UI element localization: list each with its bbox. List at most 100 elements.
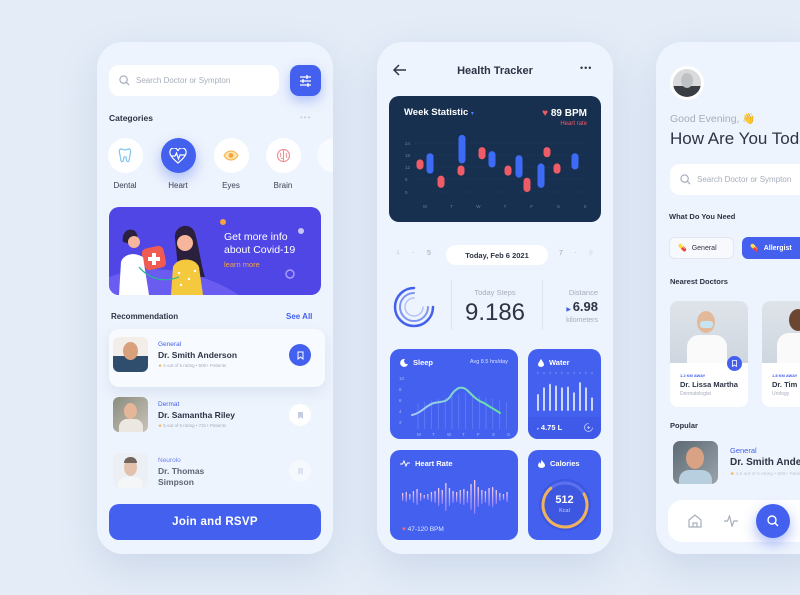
- nearest-doctors-heading: Nearest Doctors: [670, 277, 728, 286]
- water-card[interactable]: Water ▸ 4.75 L: [528, 349, 601, 439]
- doctor-specialty: Dermatologist: [680, 391, 711, 397]
- water-dot: [561, 372, 563, 374]
- date-prev[interactable]: 4: [396, 250, 400, 257]
- heart-rate-bar: [416, 489, 418, 505]
- steps-value: 9.186: [464, 299, 526, 326]
- water-value: ▸ 4.75 L: [537, 423, 563, 432]
- y-tick-label: 12: [405, 165, 411, 170]
- water-dot: [543, 372, 545, 374]
- category-dental[interactable]: Dental: [107, 138, 143, 190]
- x-tick-label: F: [477, 432, 480, 437]
- heart-rate-card[interactable]: Heart Rate ♥ 47-120 BPM: [390, 450, 518, 540]
- chip-allergist[interactable]: 💊 Allergist: [742, 237, 800, 259]
- bpm-label: Heart rate: [560, 121, 587, 127]
- week-statistic-dropdown[interactable]: Week Statistic ▾: [404, 107, 474, 118]
- greeting: Good Evening, 👋: [670, 113, 756, 125]
- flame-icon: [538, 459, 545, 468]
- category-brain[interactable]: Brain: [265, 138, 301, 190]
- calories-card[interactable]: Calories 512 Kcal: [528, 450, 601, 540]
- heart-rate-title: Heart Rate: [415, 459, 453, 468]
- more-dots-icon[interactable]: •••: [580, 63, 592, 73]
- category-label: Heart: [168, 181, 188, 190]
- doctor-name: Dr. Thomas Simpson: [158, 466, 205, 487]
- bookmark-icon: [297, 411, 303, 419]
- search-input[interactable]: Search Doctor or Sympton: [109, 65, 279, 96]
- doctor-list-item[interactable]: Dermat Dr. Samantha Riley ★ 5 out of 5 r…: [109, 389, 325, 447]
- home-screen: Good Evening, 👋 How Are You Today Search…: [656, 42, 800, 554]
- heart-rate-bar: [495, 490, 497, 504]
- doctor-list-item[interactable]: General Dr. Smith Anderson ★ 5 out of 5 …: [109, 329, 325, 387]
- bar-activity: [488, 151, 496, 168]
- category-heart[interactable]: Heart: [160, 138, 196, 190]
- water-bar: [561, 387, 563, 411]
- calories-value: 512: [555, 494, 574, 506]
- heart-rate-bar: [405, 492, 407, 502]
- bpm-value: ♥ 89 BPM: [542, 108, 587, 119]
- doctor-meta: ★ 5 out of 5 rating • 500+ Patients: [158, 363, 227, 368]
- date-next[interactable]: 7: [559, 250, 563, 257]
- x-tick-label: F: [530, 204, 533, 209]
- bar-heart: [523, 177, 531, 192]
- y-tick-label: 8: [405, 177, 408, 182]
- chip-general[interactable]: 💊 General: [669, 237, 734, 259]
- doctor-name: Dr. Tim: [772, 380, 798, 389]
- water-bar: [549, 383, 551, 411]
- heart-rate-bar: [466, 491, 469, 503]
- pill-icon: 💊: [750, 245, 759, 252]
- nearest-doctor-card[interactable]: 1.2 KM AWAY Dr. Lissa Martha Dermatologi…: [670, 301, 748, 407]
- x-tick-label: T: [504, 204, 507, 209]
- category-more[interactable]: [316, 138, 333, 173]
- category-eyes[interactable]: Eyes: [213, 138, 249, 190]
- sleep-card[interactable]: Sleep Avg 8.5 hrs/day 10 8 6 4 2 M T W T F S S: [390, 349, 518, 439]
- nearest-doctor-card[interactable]: 1.8 KM AWAY Dr. Tim Urology: [762, 301, 800, 407]
- doctor-specialty: Neurolo: [158, 457, 181, 464]
- water-dot: [555, 372, 557, 374]
- search-icon: [767, 515, 779, 527]
- bar-heart: [457, 165, 465, 176]
- bookmark-button[interactable]: [289, 404, 311, 426]
- heart-rate-bar: [448, 488, 451, 506]
- more-dots-icon[interactable]: •••: [300, 113, 311, 122]
- sleep-line: [411, 386, 501, 416]
- x-tick-label: T: [450, 204, 453, 209]
- search-icon: [680, 174, 691, 185]
- home-icon[interactable]: [688, 514, 702, 528]
- x-tick-label: T: [432, 432, 435, 437]
- heart-rate-bar: [452, 491, 454, 503]
- y-tick-label: 18: [405, 153, 411, 158]
- popular-doctor-name: Dr. Smith Anderson: [730, 457, 800, 468]
- x-tick-label: W: [476, 204, 481, 209]
- heart-icon: ♥: [542, 108, 549, 119]
- filter-button[interactable]: [290, 65, 321, 96]
- user-avatar[interactable]: [670, 66, 704, 100]
- join-rsvp-button[interactable]: Join and RSVP: [109, 504, 321, 540]
- distance-value: ▶ 6.98: [566, 299, 598, 314]
- see-all-link[interactable]: See All: [286, 312, 312, 321]
- date-prev[interactable]: 5: [427, 250, 431, 257]
- bookmark-button[interactable]: [289, 344, 311, 366]
- date-next[interactable]: 8: [589, 250, 593, 257]
- steps-label: Today Steps: [474, 288, 516, 297]
- add-water-icon[interactable]: [583, 422, 594, 433]
- calories-title: Calories: [550, 459, 580, 468]
- heart-rate-bar: [502, 494, 505, 500]
- heart-rate-bar: [506, 492, 508, 502]
- popular-doctor-specialty: General: [730, 446, 757, 455]
- brain-icon: [276, 148, 290, 163]
- covid-banner[interactable]: Get more info about Covid-19 learn more: [109, 207, 321, 295]
- bookmark-button[interactable]: [727, 356, 742, 371]
- search-input[interactable]: Search Doctor or Sympton: [670, 164, 800, 195]
- health-tracker-screen: Health Tracker ••• Week Statistic ▾ ♥ 89…: [377, 42, 613, 554]
- heart-rate-bar: [492, 487, 494, 507]
- doctor-list-item[interactable]: Neurolo Dr. Thomas Simpson: [109, 445, 325, 503]
- heart-rate-bar: [470, 484, 472, 510]
- water-drop-icon: [538, 358, 544, 367]
- y-tick-label: 24: [405, 141, 411, 146]
- bookmark-button[interactable]: [289, 460, 311, 482]
- search-placeholder: Search Doctor or Sympton: [697, 175, 792, 184]
- learn-more-link[interactable]: learn more: [224, 260, 260, 269]
- heart-rate-bar: [434, 491, 436, 503]
- search-nav-button[interactable]: [756, 504, 790, 538]
- current-date[interactable]: Today, Feb 6 2021: [446, 245, 548, 265]
- activity-icon[interactable]: [724, 515, 738, 527]
